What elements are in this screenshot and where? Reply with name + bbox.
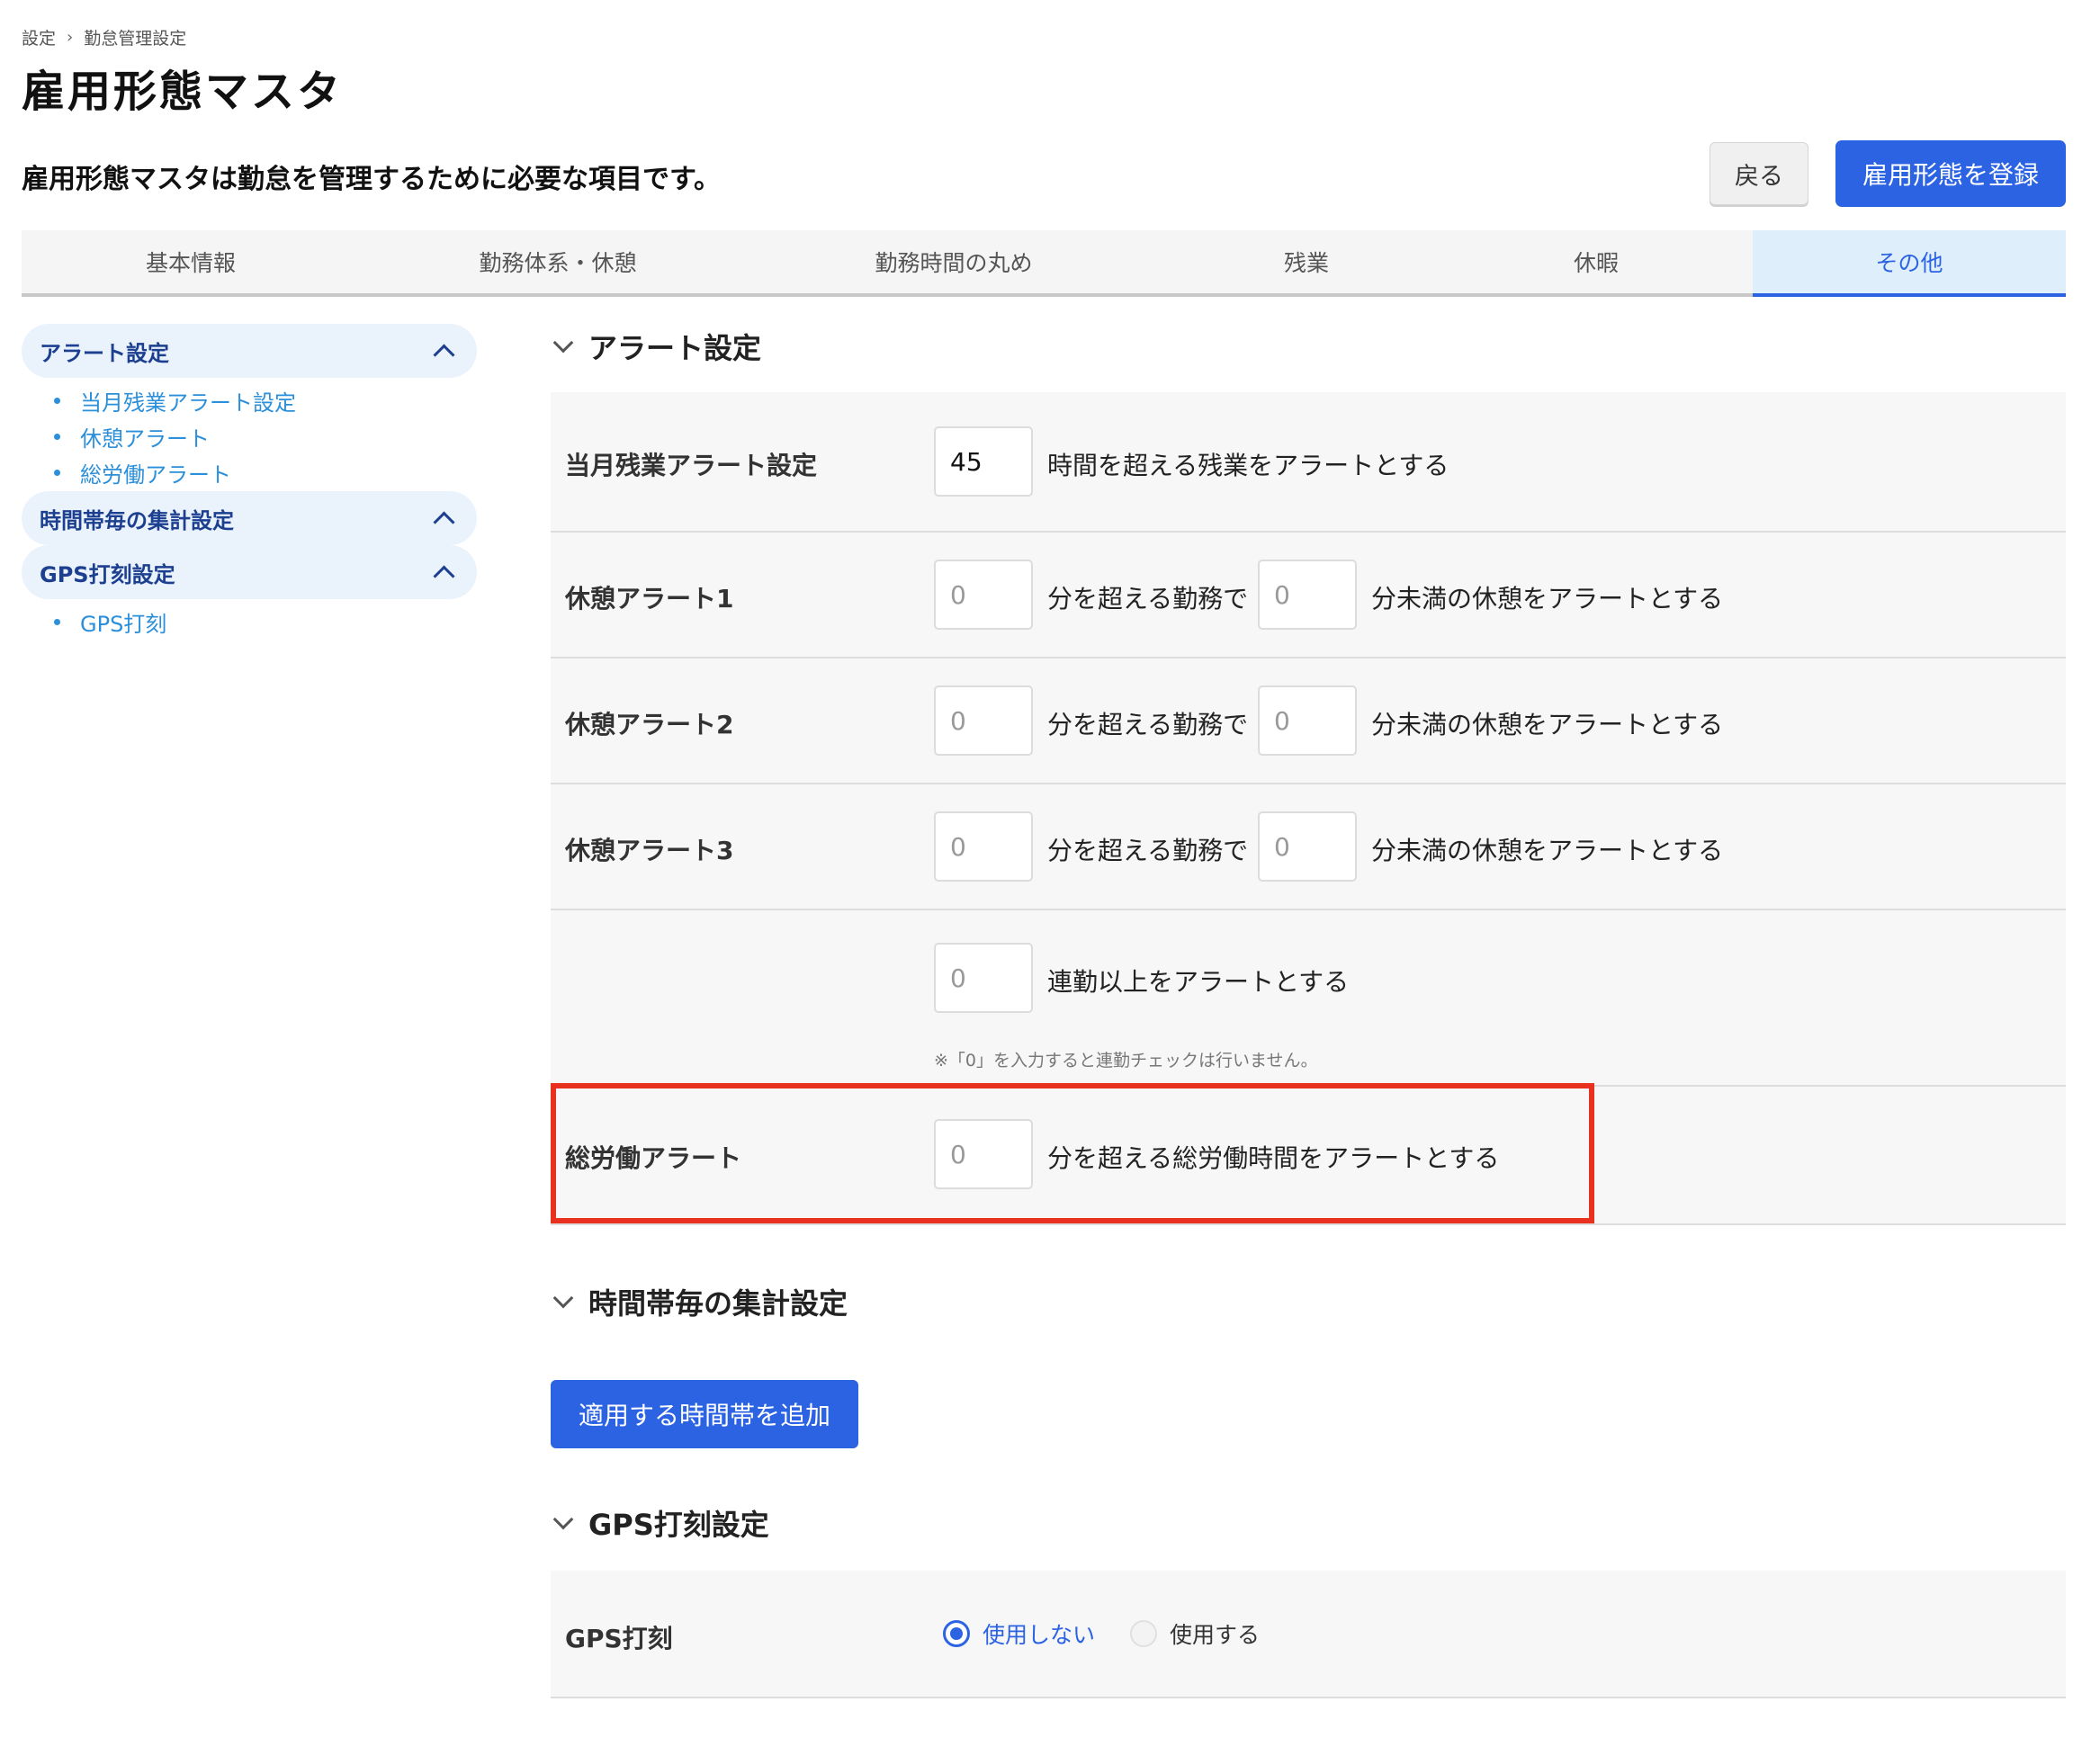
- tab-overtime[interactable]: 残業: [1152, 230, 1461, 293]
- tab-basic-info[interactable]: 基本情報: [22, 230, 360, 293]
- breadcrumb-item-attendance-settings[interactable]: 勤怠管理設定: [84, 25, 186, 49]
- section-title: GPS打刻設定: [588, 1508, 769, 1542]
- bullet-icon: [54, 470, 60, 476]
- section-toggle-alert-settings[interactable]: アラート設定: [552, 326, 762, 367]
- consecutive-suffix: 連勤以上をアラートとする: [1047, 967, 1350, 997]
- bullet-icon: [54, 398, 60, 404]
- radio-label: 使用する: [1170, 1622, 1261, 1648]
- bullet-icon: [54, 619, 60, 625]
- radio-label: 使用しない: [983, 1622, 1096, 1648]
- gps-stamp-row: GPS打刻 使用しない 使用する: [551, 1571, 2066, 1698]
- sidebar-group-alert-settings[interactable]: アラート設定: [22, 324, 477, 378]
- break-suffix: 分未満の休憩をアラートとする: [1371, 710, 1724, 739]
- page-title: 雇用形態マスタ: [22, 67, 344, 117]
- radio-checked-icon: [943, 1620, 970, 1647]
- break-mid-text: 分を超える勤務で: [1047, 710, 1249, 739]
- consecutive-work-alert-row: 0 連勤以上をアラートとする ※「0」を入力すると連勤チェックは行いません。: [551, 910, 2066, 1087]
- gps-radio-use[interactable]: 使用する: [1130, 1617, 1260, 1650]
- sidebar-item-break-alert[interactable]: 休憩アラート: [54, 421, 210, 452]
- chevron-down-icon: [552, 1509, 574, 1530]
- break-mid-text: 分を超える勤務で: [1047, 584, 1249, 614]
- sidebar-item-label: 休憩アラート: [80, 426, 210, 452]
- row-label: GPS打刻: [565, 1624, 673, 1653]
- tab-leave[interactable]: 休暇: [1461, 230, 1731, 293]
- sidebar-item-label: 当月残業アラート設定: [80, 390, 296, 416]
- break-suffix: 分未満の休憩をアラートとする: [1371, 836, 1724, 865]
- section-title: アラート設定: [588, 331, 762, 365]
- break-minutes-input[interactable]: 0: [1258, 811, 1357, 882]
- breadcrumb: 設定 › 勤怠管理設定: [22, 25, 186, 49]
- radio-unchecked-icon: [1130, 1620, 1157, 1647]
- overtime-alert-row: 当月残業アラート設定 45 時間を超える残業をアラートとする: [551, 392, 2066, 533]
- chevron-up-icon: [433, 564, 455, 587]
- section-toggle-gps-settings[interactable]: GPS打刻設定: [552, 1502, 769, 1544]
- sidebar-group-label: アラート設定: [40, 340, 169, 366]
- tab-work-time-rounding[interactable]: 勤務時間の丸め: [756, 230, 1152, 293]
- sidebar-item-total-work-alert[interactable]: 総労働アラート: [54, 457, 231, 488]
- sidebar-item-overtime-alert[interactable]: 当月残業アラート設定: [54, 385, 296, 417]
- register-employment-type-button[interactable]: 雇用形態を登録: [1835, 140, 2066, 207]
- sidebar-group-label: GPS打刻設定: [40, 561, 175, 587]
- tab-work-schedule-break[interactable]: 勤務体系・休憩: [360, 230, 756, 293]
- row-label: 休憩アラート1: [565, 584, 734, 614]
- break-alert-row-2: 休憩アラート2 0 分を超える勤務で 0 分未満の休憩をアラートとする: [551, 658, 2066, 784]
- tab-bar: 基本情報 勤務体系・休憩 勤務時間の丸め 残業 休暇 その他: [22, 230, 2066, 297]
- consecutive-note: ※「0」を入力すると連勤チェックは行いません。: [934, 1051, 1318, 1071]
- tab-other[interactable]: その他: [1753, 230, 2066, 297]
- break-work-minutes-input[interactable]: 0: [934, 560, 1033, 630]
- overtime-suffix: 時間を超える残業をアラートとする: [1047, 451, 1449, 480]
- page-description: 雇用形態マスタは勤怠を管理するために必要な項目です。: [22, 164, 721, 195]
- break-alert-row-3: 休憩アラート3 0 分を超える勤務で 0 分未満の休憩をアラートとする: [551, 784, 2066, 910]
- sidebar-group-time-range-aggregation[interactable]: 時間帯毎の集計設定: [22, 491, 477, 545]
- add-time-range-button[interactable]: 適用する時間帯を追加: [551, 1380, 858, 1448]
- row-label: 休憩アラート3: [565, 836, 734, 865]
- break-minutes-input[interactable]: 0: [1258, 685, 1357, 756]
- highlight-box: [551, 1083, 1594, 1223]
- chevron-down-icon: [552, 1287, 574, 1309]
- breadcrumb-item-settings[interactable]: 設定: [22, 25, 56, 49]
- breadcrumb-separator: ›: [67, 28, 74, 47]
- sidebar-item-label: GPS打刻: [80, 612, 167, 637]
- section-title: 時間帯毎の集計設定: [588, 1286, 848, 1321]
- sidebar-group-gps-settings[interactable]: GPS打刻設定: [22, 545, 477, 599]
- overtime-hours-input[interactable]: 45: [934, 426, 1033, 497]
- row-label: 当月残業アラート設定: [565, 451, 818, 480]
- break-alert-row-1: 休憩アラート1 0 分を超える勤務で 0 分未満の休憩をアラートとする: [551, 533, 2066, 658]
- chevron-up-icon: [433, 343, 455, 366]
- break-work-minutes-input[interactable]: 0: [934, 685, 1033, 756]
- gps-radio-not-use[interactable]: 使用しない: [943, 1617, 1095, 1650]
- consecutive-days-input[interactable]: 0: [934, 943, 1033, 1013]
- section-toggle-time-range-aggregation[interactable]: 時間帯毎の集計設定: [552, 1281, 848, 1322]
- sidebar-item-label: 総労働アラート: [80, 462, 231, 488]
- break-minutes-input[interactable]: 0: [1258, 560, 1357, 630]
- bullet-icon: [54, 434, 60, 440]
- back-button[interactable]: 戻る: [1710, 142, 1808, 205]
- break-suffix: 分未満の休憩をアラートとする: [1371, 584, 1724, 614]
- chevron-up-icon: [433, 510, 455, 533]
- chevron-down-icon: [552, 332, 574, 354]
- break-mid-text: 分を超える勤務で: [1047, 836, 1249, 865]
- break-work-minutes-input[interactable]: 0: [934, 811, 1033, 882]
- sidebar-item-gps-stamp[interactable]: GPS打刻: [54, 606, 166, 638]
- sidebar-group-label: 時間帯毎の集計設定: [40, 507, 234, 533]
- row-label: 休憩アラート2: [565, 710, 734, 739]
